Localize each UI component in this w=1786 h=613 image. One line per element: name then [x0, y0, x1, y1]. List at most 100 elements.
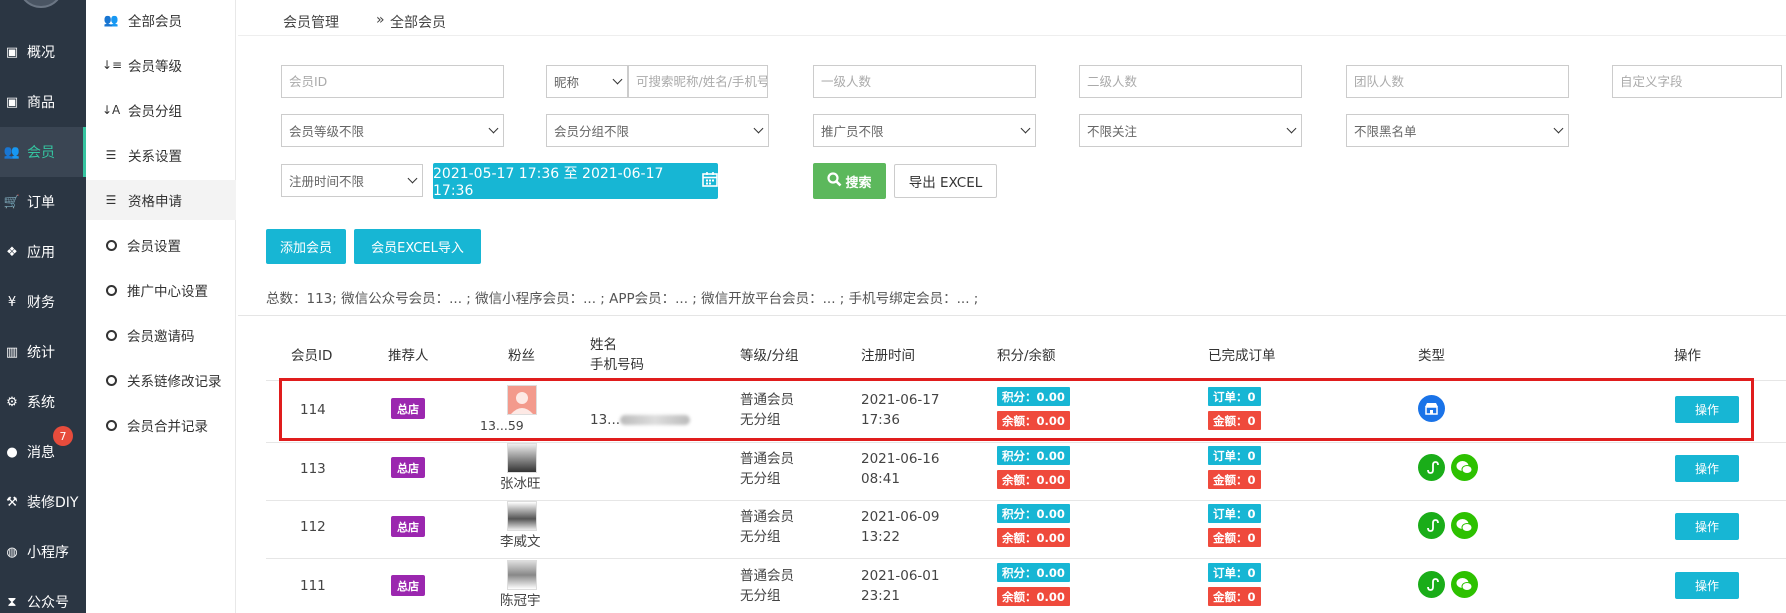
blacklist-select[interactable]: 不限黑名单 — [1346, 114, 1569, 147]
main-sidebar: ▣ 概况 ▣ 商品 👥 会员 🛒 订单 ❖ 应用 ¥ 财务 ▥ 统计 ⚙ 系统 ● 消息 ⚒ 装修D… — [0, 0, 86, 613]
sidebar-item-system[interactable]: ⚙ 系统 — [0, 377, 86, 427]
circle-icon — [106, 239, 117, 251]
member-level-select[interactable]: 会员等级不限 — [281, 114, 504, 147]
add-member-button[interactable]: 添加会员 — [266, 229, 346, 264]
fan-name: 李威文 — [500, 534, 541, 550]
operation-button[interactable]: 操作 — [1675, 455, 1739, 482]
message-count-badge: 7 — [53, 426, 73, 446]
points-badge: 积分：0.00 — [997, 563, 1070, 582]
date-range-picker[interactable]: 2021-05-17 17:36 至 2021-06-17 17:36 — [433, 163, 718, 199]
register-time-select[interactable]: 注册时间不限 — [281, 164, 423, 197]
message-icon: ● — [6, 444, 18, 460]
submenu-qualification[interactable]: ☰ 资格申请 — [86, 180, 236, 220]
wechat-icon — [1451, 512, 1478, 539]
breadcrumb-current: 全部会员 — [390, 15, 446, 31]
col-type: 类型 — [1418, 348, 1445, 364]
member-level: 普通会员 — [740, 509, 794, 525]
miniprogram-icon — [1418, 454, 1445, 481]
member-id: 113 — [300, 461, 326, 477]
referrer-tag: 总店 — [391, 457, 425, 478]
sidebar-item-diy[interactable]: ⚒ 装修DIY — [0, 477, 86, 527]
nickname-select[interactable]: 昵称 — [546, 65, 628, 98]
wechat-icon — [1451, 571, 1478, 598]
avatar[interactable] — [507, 501, 537, 531]
sidebar-item-overview[interactable]: ▣ 概况 — [0, 27, 86, 77]
custom-field-input[interactable] — [1612, 65, 1782, 98]
sidebar-item-apps[interactable]: ❖ 应用 — [0, 227, 86, 277]
col-member-id: 会员ID — [291, 348, 333, 364]
chevron-down-icon — [1286, 123, 1297, 134]
chevron-down-icon — [753, 123, 764, 134]
gear-icon: ⚙ — [6, 394, 18, 410]
search-button[interactable]: 搜索 — [813, 163, 886, 199]
submenu-relation-settings[interactable]: ☰ 关系设置 — [86, 135, 236, 175]
breadcrumb-separator: » — [376, 12, 385, 28]
divider — [266, 500, 1786, 501]
amount-badge: 金额：0 — [1208, 470, 1261, 489]
col-name: 姓名 — [590, 337, 617, 353]
col-phone: 手机号码 — [590, 357, 644, 373]
submenu-member-groups[interactable]: ↓A 会员分组 — [86, 90, 236, 130]
submenu-invite-code[interactable]: 会员邀请码 — [86, 315, 236, 355]
sidebar-item-goods[interactable]: ▣ 商品 — [0, 77, 86, 127]
promoter-select[interactable]: 推广员不限 — [813, 114, 1036, 147]
avatar[interactable] — [507, 560, 537, 590]
export-excel-button[interactable]: 导出 EXCEL — [894, 164, 997, 198]
divider — [266, 442, 1786, 443]
member-id-input[interactable] — [281, 65, 504, 98]
apps-icon: ❖ — [6, 244, 18, 260]
register-time: 08:41 — [861, 471, 900, 487]
follow-select[interactable]: 不限关注 — [1079, 114, 1302, 147]
miniapp-icon: ◍ — [6, 544, 18, 560]
hourglass-icon: ⧗ — [7, 594, 17, 610]
submenu-all-members[interactable]: 👥 全部会员 — [86, 0, 236, 40]
col-level-group: 等级/分组 — [740, 348, 799, 364]
member-submenu: 👥 全部会员 ↓≡ 会员等级 ↓A 会员分组 ☰ 关系设置 ☰ 资格申请 会员设置 推广中… — [86, 0, 236, 613]
breadcrumb-root[interactable]: 会员管理 — [283, 12, 339, 32]
level2-count-input[interactable] — [1079, 65, 1302, 98]
member-group-select[interactable]: 会员分组不限 — [546, 114, 769, 147]
sidebar-item-official-account[interactable]: ⧗ 公众号 — [0, 577, 86, 613]
col-fans: 粉丝 — [508, 348, 535, 364]
register-date: 2021-06-09 — [861, 509, 940, 525]
avatar[interactable] — [507, 443, 537, 473]
avatar[interactable] — [18, 0, 64, 8]
sidebar-item-messages[interactable]: ● 消息 — [0, 427, 86, 477]
balance-badge: 余额：0.00 — [997, 470, 1070, 489]
sidebar-item-finance[interactable]: ¥ 财务 — [0, 277, 86, 327]
member-id: 112 — [300, 519, 326, 535]
sidebar-item-stats[interactable]: ▥ 统计 — [0, 327, 86, 377]
col-completed-orders: 已完成订单 — [1208, 348, 1276, 364]
sidebar-item-members[interactable]: 👥 会员 — [0, 127, 86, 177]
submenu-relation-log[interactable]: 关系链修改记录 — [86, 360, 236, 400]
register-date: 2021-06-01 — [861, 568, 940, 584]
wechat-icon — [1451, 454, 1478, 481]
submenu-member-levels[interactable]: ↓≡ 会员等级 — [86, 45, 236, 85]
sidebar-item-orders[interactable]: 🛒 订单 — [0, 177, 86, 227]
submenu-merge-log[interactable]: 会员合并记录 — [86, 405, 236, 445]
miniprogram-icon — [1418, 571, 1445, 598]
circle-icon — [106, 284, 117, 296]
chevron-down-icon — [407, 173, 418, 184]
dashboard-icon: ▣ — [5, 44, 19, 60]
users-icon: 👥 — [103, 13, 119, 27]
operation-button[interactable]: 操作 — [1675, 513, 1739, 540]
sort-alpha-icon: ↓A — [102, 103, 121, 117]
level1-count-input[interactable] — [813, 65, 1036, 98]
submenu-member-settings[interactable]: 会员设置 — [86, 225, 236, 265]
col-register-time: 注册时间 — [861, 348, 915, 364]
calendar-icon — [702, 171, 718, 191]
register-time: 23:21 — [861, 588, 900, 604]
referrer-tag: 总店 — [391, 516, 425, 537]
import-excel-button[interactable]: 会员EXCEL导入 — [354, 229, 481, 264]
points-badge: 积分：0.00 — [997, 446, 1070, 465]
member-group: 无分组 — [740, 471, 781, 487]
circle-icon — [106, 329, 117, 341]
sidebar-item-miniapp[interactable]: ◍ 小程序 — [0, 527, 86, 577]
nickname-search-input[interactable] — [628, 65, 768, 98]
fan-name: 陈冠宇 — [500, 593, 541, 609]
team-count-input[interactable] — [1346, 65, 1569, 98]
operation-button[interactable]: 操作 — [1675, 572, 1739, 599]
submenu-promo-center[interactable]: 推广中心设置 — [86, 270, 236, 310]
orders-badge: 订单：0 — [1208, 504, 1261, 523]
